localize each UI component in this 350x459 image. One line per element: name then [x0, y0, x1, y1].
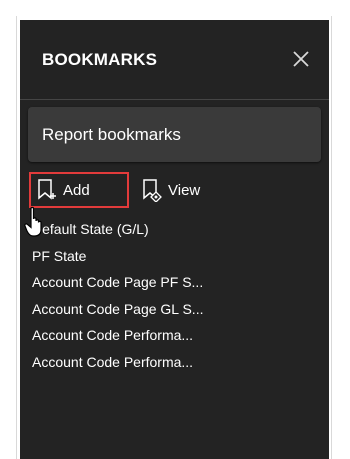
add-bookmark-button[interactable]: Add: [29, 172, 129, 208]
bookmark-item[interactable]: PF State: [20, 243, 329, 270]
pane-title: BOOKMARKS: [42, 50, 158, 69]
bookmarks-pane: BOOKMARKS Report bookmarks Add View Defa…: [20, 20, 329, 459]
report-bookmarks-button[interactable]: Report bookmarks: [28, 107, 321, 162]
bookmark-view-icon: [143, 179, 162, 202]
bookmark-item[interactable]: Account Code Page PF S...: [20, 269, 329, 296]
bookmark-item[interactable]: Account Code Page GL S...: [20, 296, 329, 323]
bookmark-item[interactable]: Default State (G/L): [20, 216, 329, 243]
report-bookmarks-label: Report bookmarks: [42, 124, 181, 144]
bookmark-list: Default State (G/L) PF State Account Cod…: [20, 216, 329, 375]
close-icon: [293, 51, 309, 67]
close-button[interactable]: [286, 44, 316, 74]
header-divider: [20, 99, 329, 100]
bookmark-add-icon: [38, 179, 56, 200]
pane-header: BOOKMARKS: [20, 20, 329, 98]
view-bookmarks-button[interactable]: View: [141, 172, 200, 208]
bookmark-toolbar: Add View: [20, 168, 329, 214]
bookmark-item[interactable]: Account Code Performa...: [20, 322, 329, 349]
view-label: View: [168, 181, 201, 199]
add-label: Add: [63, 181, 90, 199]
bookmark-item[interactable]: Account Code Performa...: [20, 349, 329, 376]
